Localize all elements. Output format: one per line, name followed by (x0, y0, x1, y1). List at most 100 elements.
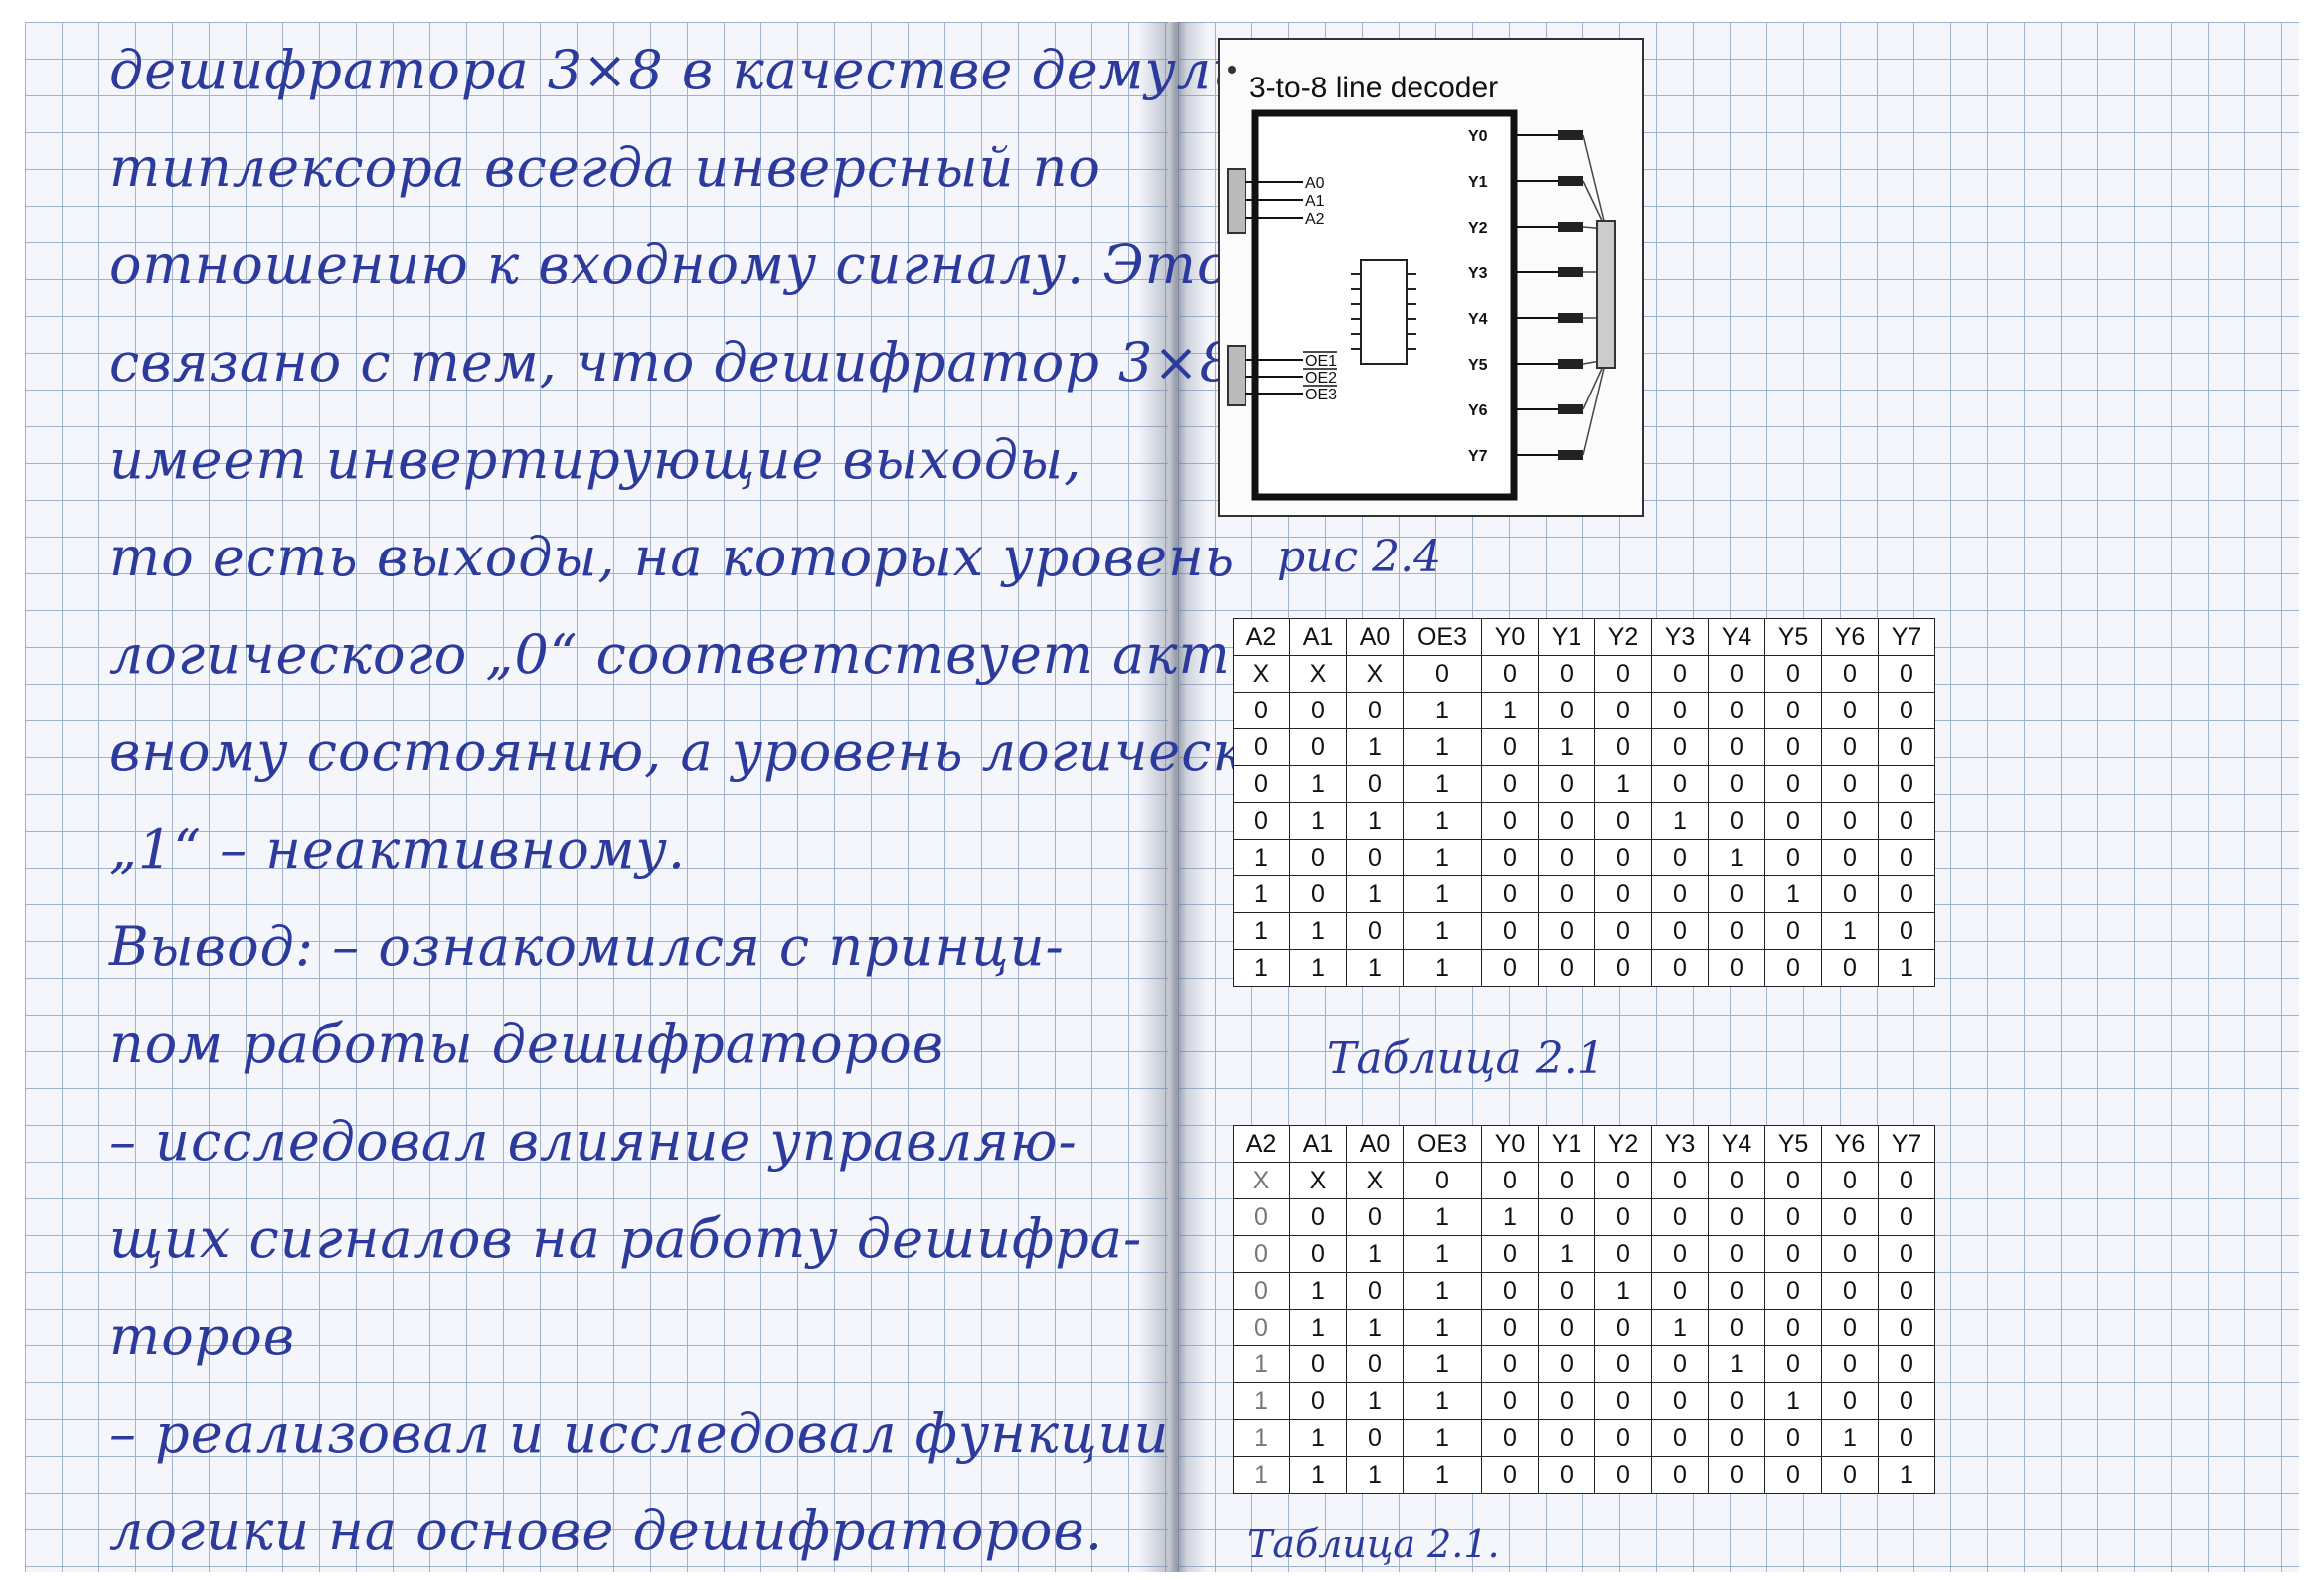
table-cell: 1 (1764, 1382, 1822, 1420)
table-cell: 1 (1403, 1309, 1482, 1346)
handwritten-line: вному состоянию, а уровень логического (109, 720, 1341, 783)
table-row: 010100100000 (1233, 765, 1935, 803)
table-cell: 0 (1481, 802, 1539, 840)
table-cell: 0 (1594, 728, 1652, 766)
table-cell: 0 (1346, 1198, 1404, 1236)
table-row: 001101000000 (1233, 728, 1935, 766)
column-header: A2 (1233, 618, 1290, 656)
table-row: 111100000001 (1233, 1456, 1935, 1494)
table-cell: 1 (1651, 802, 1709, 840)
table-cell: 0 (1878, 912, 1935, 950)
table-cell: 1 (1233, 875, 1290, 913)
table-cell: 0 (1878, 1235, 1935, 1273)
table-cell: 0 (1651, 728, 1709, 766)
input-connector (1227, 168, 1246, 234)
table-cell: 0 (1289, 1345, 1347, 1383)
column-header: Y2 (1594, 1125, 1652, 1163)
table-cell: 0 (1821, 765, 1879, 803)
table-row: 101100000100 (1233, 875, 1935, 913)
table-cell: 0 (1764, 1198, 1822, 1236)
table-cell: 0 (1481, 765, 1539, 803)
table-row: 100100001000 (1233, 839, 1935, 876)
table-cell: 0 (1878, 1382, 1935, 1420)
table-cell: 0 (1878, 1198, 1935, 1236)
table-cell: 0 (1481, 1382, 1539, 1420)
table-cell: 0 (1538, 1162, 1595, 1199)
table-cell: 0 (1594, 949, 1652, 987)
table-cell: 0 (1346, 912, 1404, 950)
table-cell: 1 (1346, 875, 1404, 913)
table-cell: 0 (1764, 1272, 1822, 1310)
column-header: Y7 (1878, 618, 1935, 656)
column-header: Y1 (1538, 618, 1595, 656)
led-icon (1558, 222, 1583, 232)
table-cell: 1 (1481, 1198, 1539, 1236)
table-cell: 1 (1233, 1419, 1290, 1457)
table-cell: 0 (1708, 802, 1765, 840)
table-cell: 0 (1594, 1382, 1652, 1420)
table-row: 001101000000 (1233, 1235, 1935, 1273)
output-label: Y6 (1468, 402, 1488, 419)
column-header: Y6 (1821, 618, 1879, 656)
table-cell: 0 (1233, 1272, 1290, 1310)
table-cell: 0 (1708, 1309, 1765, 1346)
table-cell: 0 (1708, 728, 1765, 766)
table-cell: 1 (1764, 875, 1822, 913)
table-cell: 0 (1594, 802, 1652, 840)
handwritten-text: дешифратора 3×8 в качестве демуль-типлек… (109, 22, 1340, 1580)
table-cell: 0 (1538, 765, 1595, 803)
table-cell: 0 (1481, 1162, 1539, 1199)
table-cell: 0 (1233, 765, 1290, 803)
column-header: A1 (1289, 1125, 1347, 1163)
table-cell: 0 (1708, 1235, 1765, 1273)
table-cell: 0 (1708, 692, 1765, 729)
table-cell: 0 (1651, 1198, 1709, 1236)
table-cell: 0 (1708, 1162, 1765, 1199)
table-row: 011100010000 (1233, 802, 1935, 840)
table-cell: 0 (1289, 875, 1347, 913)
enable-connector (1227, 345, 1246, 406)
column-header: A2 (1233, 1125, 1290, 1163)
table-cell: 0 (1764, 692, 1822, 729)
table-cell: 1 (1538, 728, 1595, 766)
table-cell: 0 (1708, 1198, 1765, 1236)
table-row: 110100000010 (1233, 1419, 1935, 1457)
table-cell: 1 (1821, 1419, 1879, 1457)
table-row: 010100100000 (1233, 1272, 1935, 1310)
table-cell: 1 (1403, 802, 1482, 840)
table-cell: 1 (1403, 912, 1482, 950)
table-row: 000110000000 (1233, 692, 1935, 729)
table-cell: 0 (1481, 1235, 1539, 1273)
table-cell: 0 (1651, 1456, 1709, 1494)
table-cell: 0 (1878, 875, 1935, 913)
table-cell: 0 (1764, 1345, 1822, 1383)
table-cell: 1 (1594, 765, 1652, 803)
column-header: A0 (1346, 618, 1404, 656)
table-cell: 0 (1538, 949, 1595, 987)
table-cell: 0 (1346, 839, 1404, 876)
table-cell: 0 (1481, 655, 1539, 693)
column-header: OE3 (1403, 1125, 1482, 1163)
column-header: Y0 (1481, 1125, 1539, 1163)
table-header-row: A2 A1 A0 OE3 Y0 Y1 Y2 Y3 Y4 Y5 Y6 Y7 (1233, 618, 1935, 656)
table-cell: 0 (1651, 1235, 1709, 1273)
handwritten-line: имеет инвертирующие выходы, (109, 428, 1082, 491)
table-header-row: A2 A1 A0 OE3 Y0 Y1 Y2 Y3 Y4 Y5 Y6 Y7 (1233, 1125, 1935, 1163)
table-cell: 0 (1708, 1382, 1765, 1420)
table-cell: 0 (1538, 692, 1595, 729)
table-cell: 0 (1651, 1272, 1709, 1310)
figure-title: 3-to-8 line decoder (1249, 72, 1498, 104)
table-cell: 1 (1346, 1309, 1404, 1346)
table-cell: 0 (1481, 1419, 1539, 1457)
table-row: 110100000010 (1233, 912, 1935, 950)
table-cell: 0 (1821, 1272, 1879, 1310)
handwritten-line: пом работы дешифраторов (109, 1013, 945, 1075)
led-icon (1558, 359, 1583, 369)
table-cell: 0 (1821, 655, 1879, 693)
table-cell: 1 (1403, 1345, 1482, 1383)
table-cell: 0 (1594, 1345, 1652, 1383)
table-cell: 0 (1651, 875, 1709, 913)
table-cell: 1 (1481, 692, 1539, 729)
table-cell: 0 (1764, 949, 1822, 987)
table-cell: 0 (1594, 1309, 1652, 1346)
